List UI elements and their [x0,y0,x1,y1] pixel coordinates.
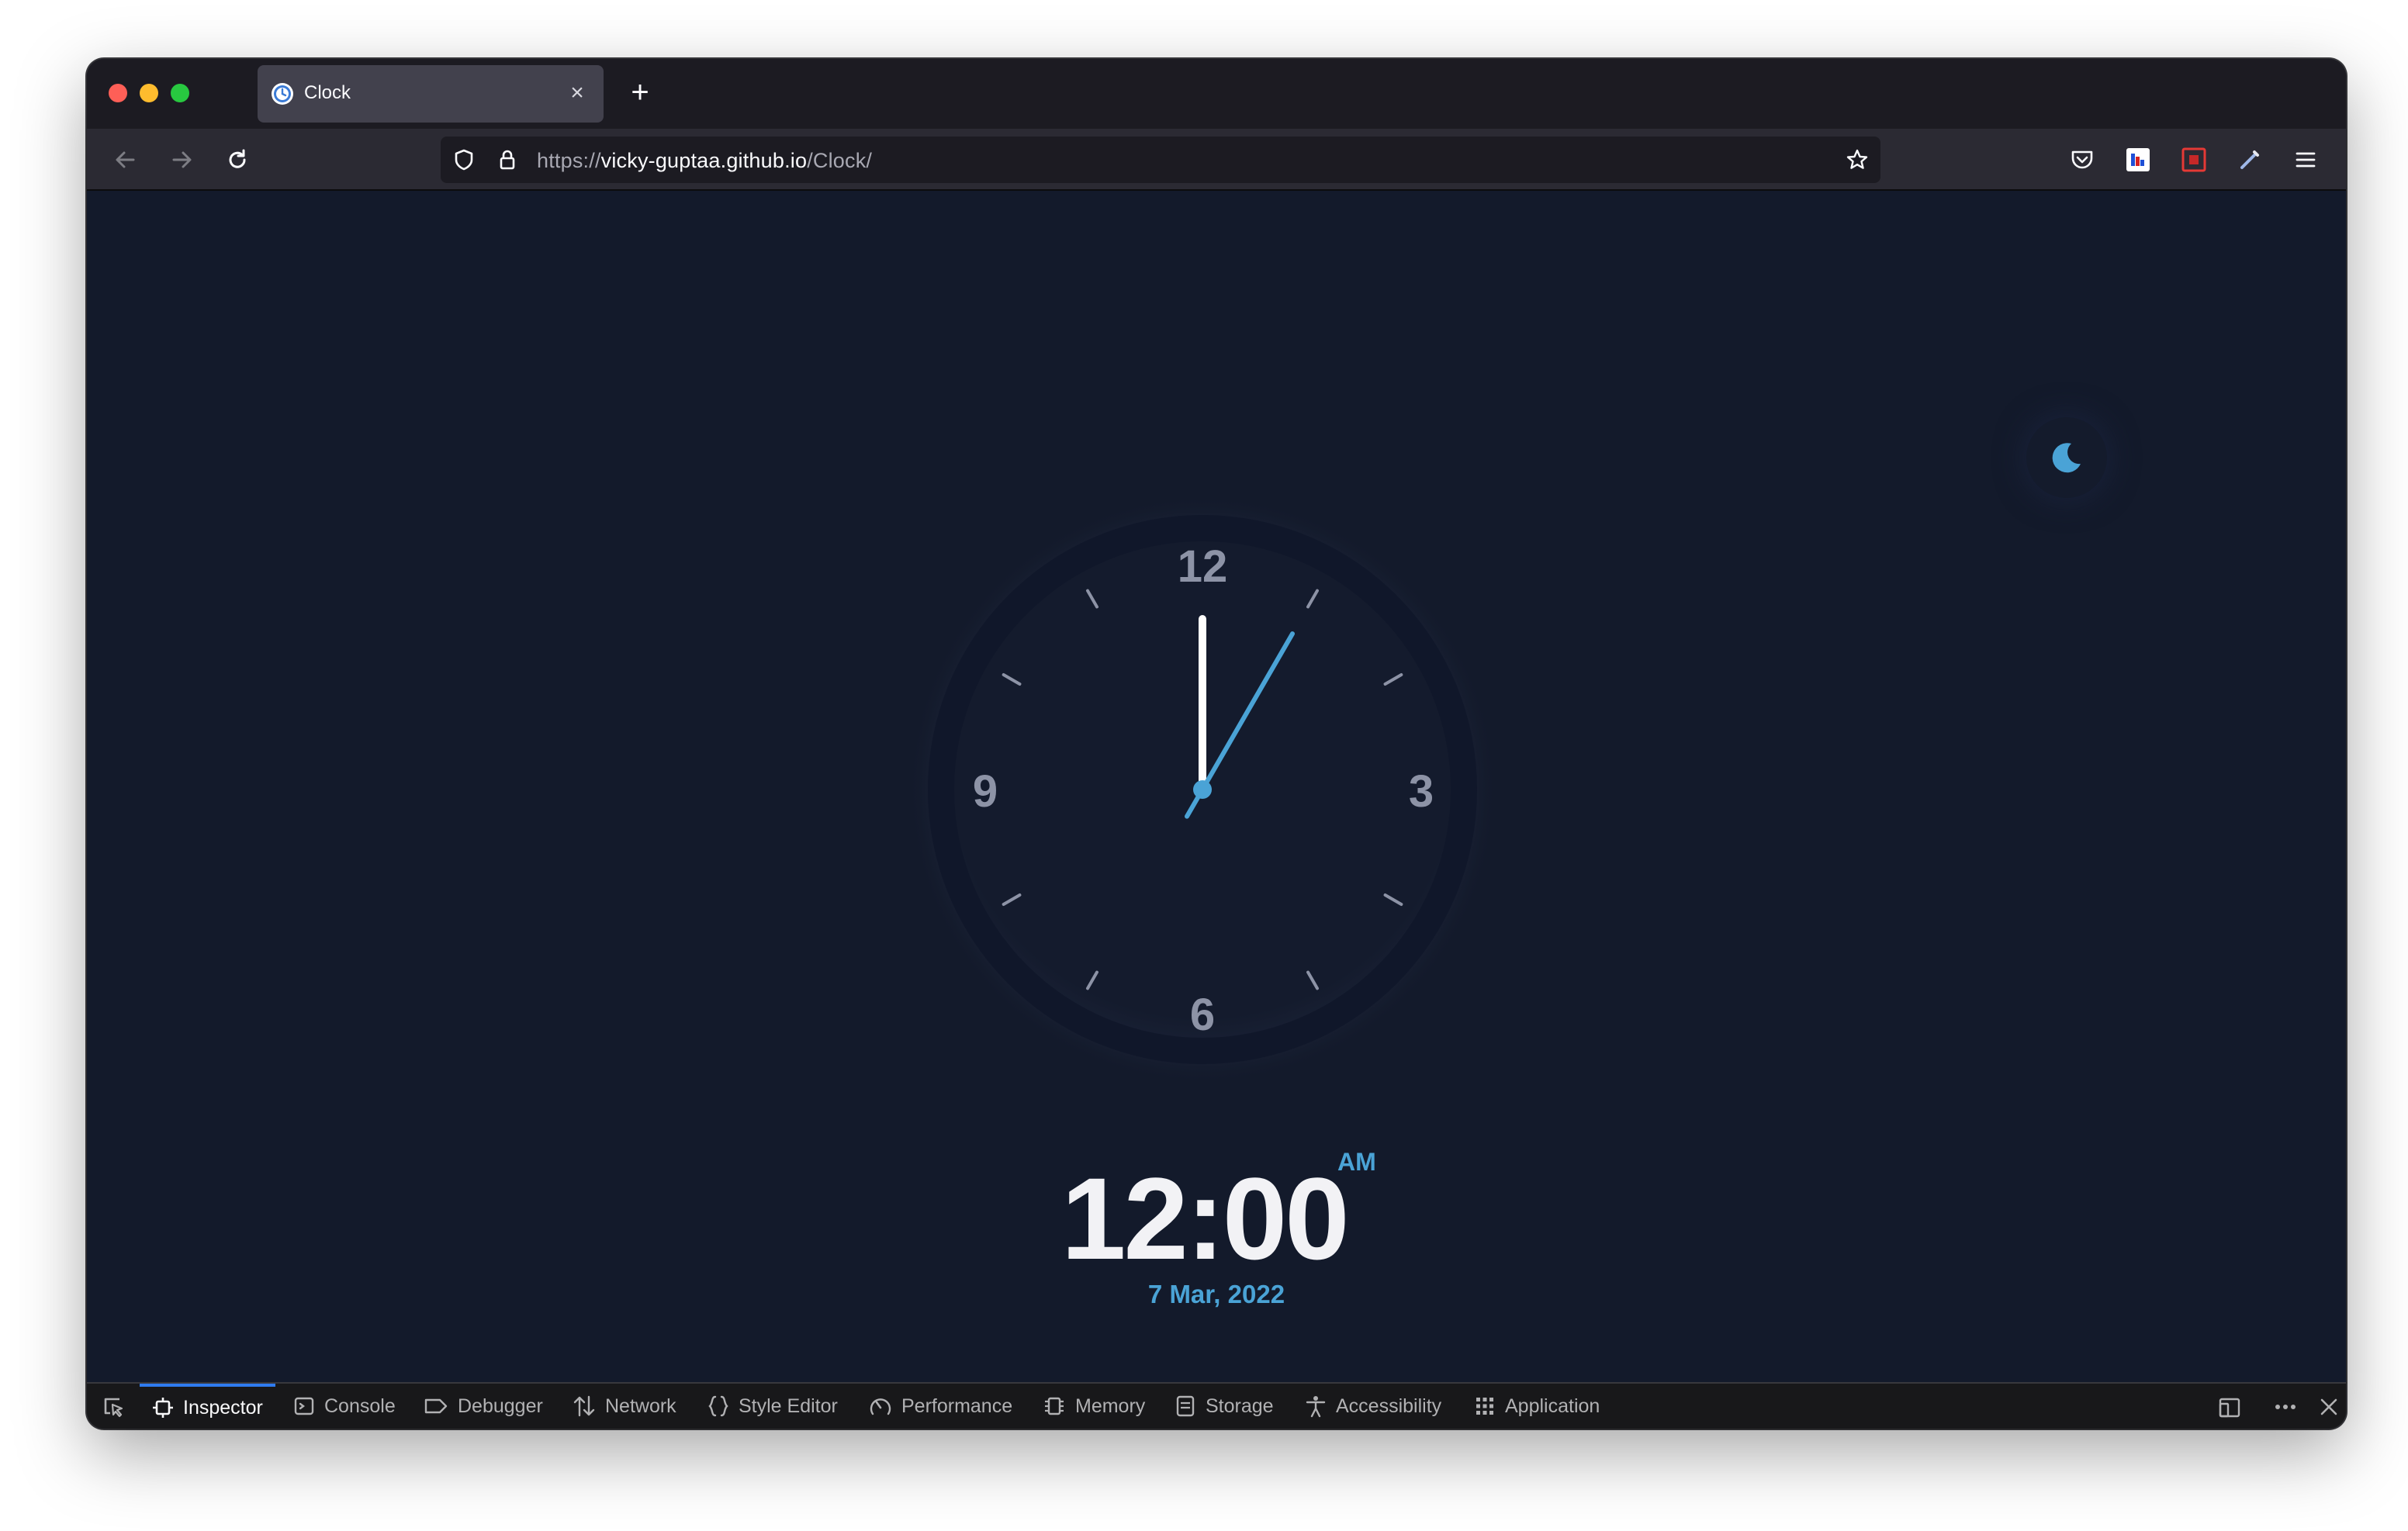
lock-icon[interactable] [495,147,520,172]
hamburger-menu-icon[interactable] [2292,146,2320,174]
devtools-tab-label: Memory [1075,1394,1146,1417]
devtools-tab-label: Debugger [458,1394,543,1417]
devtools-tab-label: Network [605,1394,676,1417]
digital-time: 12:00 [1061,1153,1350,1284]
devtools-tab-label: Inspector [183,1396,263,1419]
tab-strip: Clock × + [87,59,2346,129]
reload-icon[interactable] [222,144,253,175]
moon-icon [2052,443,2081,473]
storage-icon [1176,1395,1195,1417]
minimize-window-button[interactable] [140,84,158,102]
devtools-tab-network[interactable]: Network [573,1384,676,1429]
memory-icon [1045,1397,1064,1415]
devtools-tab-label: Style Editor [739,1394,838,1417]
clock-face: 12 3 6 9 [908,495,1497,1084]
forward-arrow-icon[interactable] [166,144,197,175]
navigation-toolbar: https://vicky-guptaa.github.io/Clock/ [87,129,2346,191]
responsive-design-icon[interactable] [2216,1393,2244,1421]
extension-flag-icon[interactable] [2124,146,2152,174]
devtools-tab-application[interactable]: Application [1474,1384,1600,1429]
close-devtools-icon[interactable] [2315,1393,2343,1421]
new-tab-button[interactable]: + [621,74,659,113]
devtools-tab-console[interactable]: Console [293,1384,396,1429]
inspector-icon [153,1398,173,1418]
network-icon [573,1395,595,1417]
numeral-3: 3 [1409,766,1434,817]
extension-red-icon[interactable] [2180,146,2208,174]
style-editor-icon [708,1395,728,1417]
devtools-toolbar: Inspector Console Debugger Network Style… [87,1382,2346,1429]
numeral-9: 9 [973,766,998,817]
tab-close-button[interactable]: × [565,78,590,109]
am-pm-indicator: AM [1337,1148,1376,1176]
date-display: 7 Mar, 2022 [1147,1280,1285,1308]
devtools-tab-performance[interactable]: Performance [869,1384,1012,1429]
debugger-icon [424,1398,448,1414]
center-pin [1193,780,1212,799]
devtools-tab-label: Accessibility [1336,1394,1442,1417]
more-options-icon[interactable] [2271,1393,2299,1421]
devtools-tab-debugger[interactable]: Debugger [424,1384,543,1429]
analog-clock: 12 3 6 9 [908,495,1497,1084]
theme-toggle-button[interactable] [2026,417,2107,498]
numeral-12: 12 [1178,541,1228,592]
back-arrow-icon[interactable] [110,144,141,175]
numeral-6: 6 [1190,990,1215,1040]
tab-title: Clock [304,82,351,103]
devtools-tab-label: Console [324,1394,396,1417]
devtools-tab-inspector[interactable]: Inspector [140,1384,275,1429]
application-icon [1476,1398,1493,1415]
maximize-window-button[interactable] [171,84,189,102]
tab-clock[interactable]: Clock × [258,65,604,123]
devtools-tab-storage[interactable]: Storage [1175,1384,1274,1429]
page-content: 12 3 6 9 12:00 AM 7 Mar, 2022 [87,192,2346,1382]
console-icon [294,1397,314,1415]
devtools-tab-label: Application [1505,1394,1600,1417]
browser-window: Clock × + https://vicky-guptaa.github.io… [87,59,2346,1429]
accessibility-icon [1306,1396,1326,1418]
close-window-button[interactable] [109,84,127,102]
devtools-tab-style-editor[interactable]: Style Editor [708,1384,838,1429]
shield-icon[interactable] [452,147,476,172]
bookmark-star-icon[interactable] [1845,147,1870,172]
devtools-tab-memory[interactable]: Memory [1043,1384,1145,1429]
devtools-tab-accessibility[interactable]: Accessibility [1305,1384,1441,1429]
performance-icon [870,1398,891,1415]
element-picker-icon[interactable] [99,1393,127,1421]
pocket-icon[interactable] [2068,146,2096,174]
clock-icon [272,83,293,105]
url-text[interactable]: https://vicky-guptaa.github.io/Clock/ [537,149,872,173]
color-picker-icon[interactable] [2236,146,2264,174]
devtools-tab-label: Storage [1206,1394,1274,1417]
url-bar[interactable]: https://vicky-guptaa.github.io/Clock/ [441,137,1880,183]
devtools-tab-label: Performance [901,1394,1013,1417]
